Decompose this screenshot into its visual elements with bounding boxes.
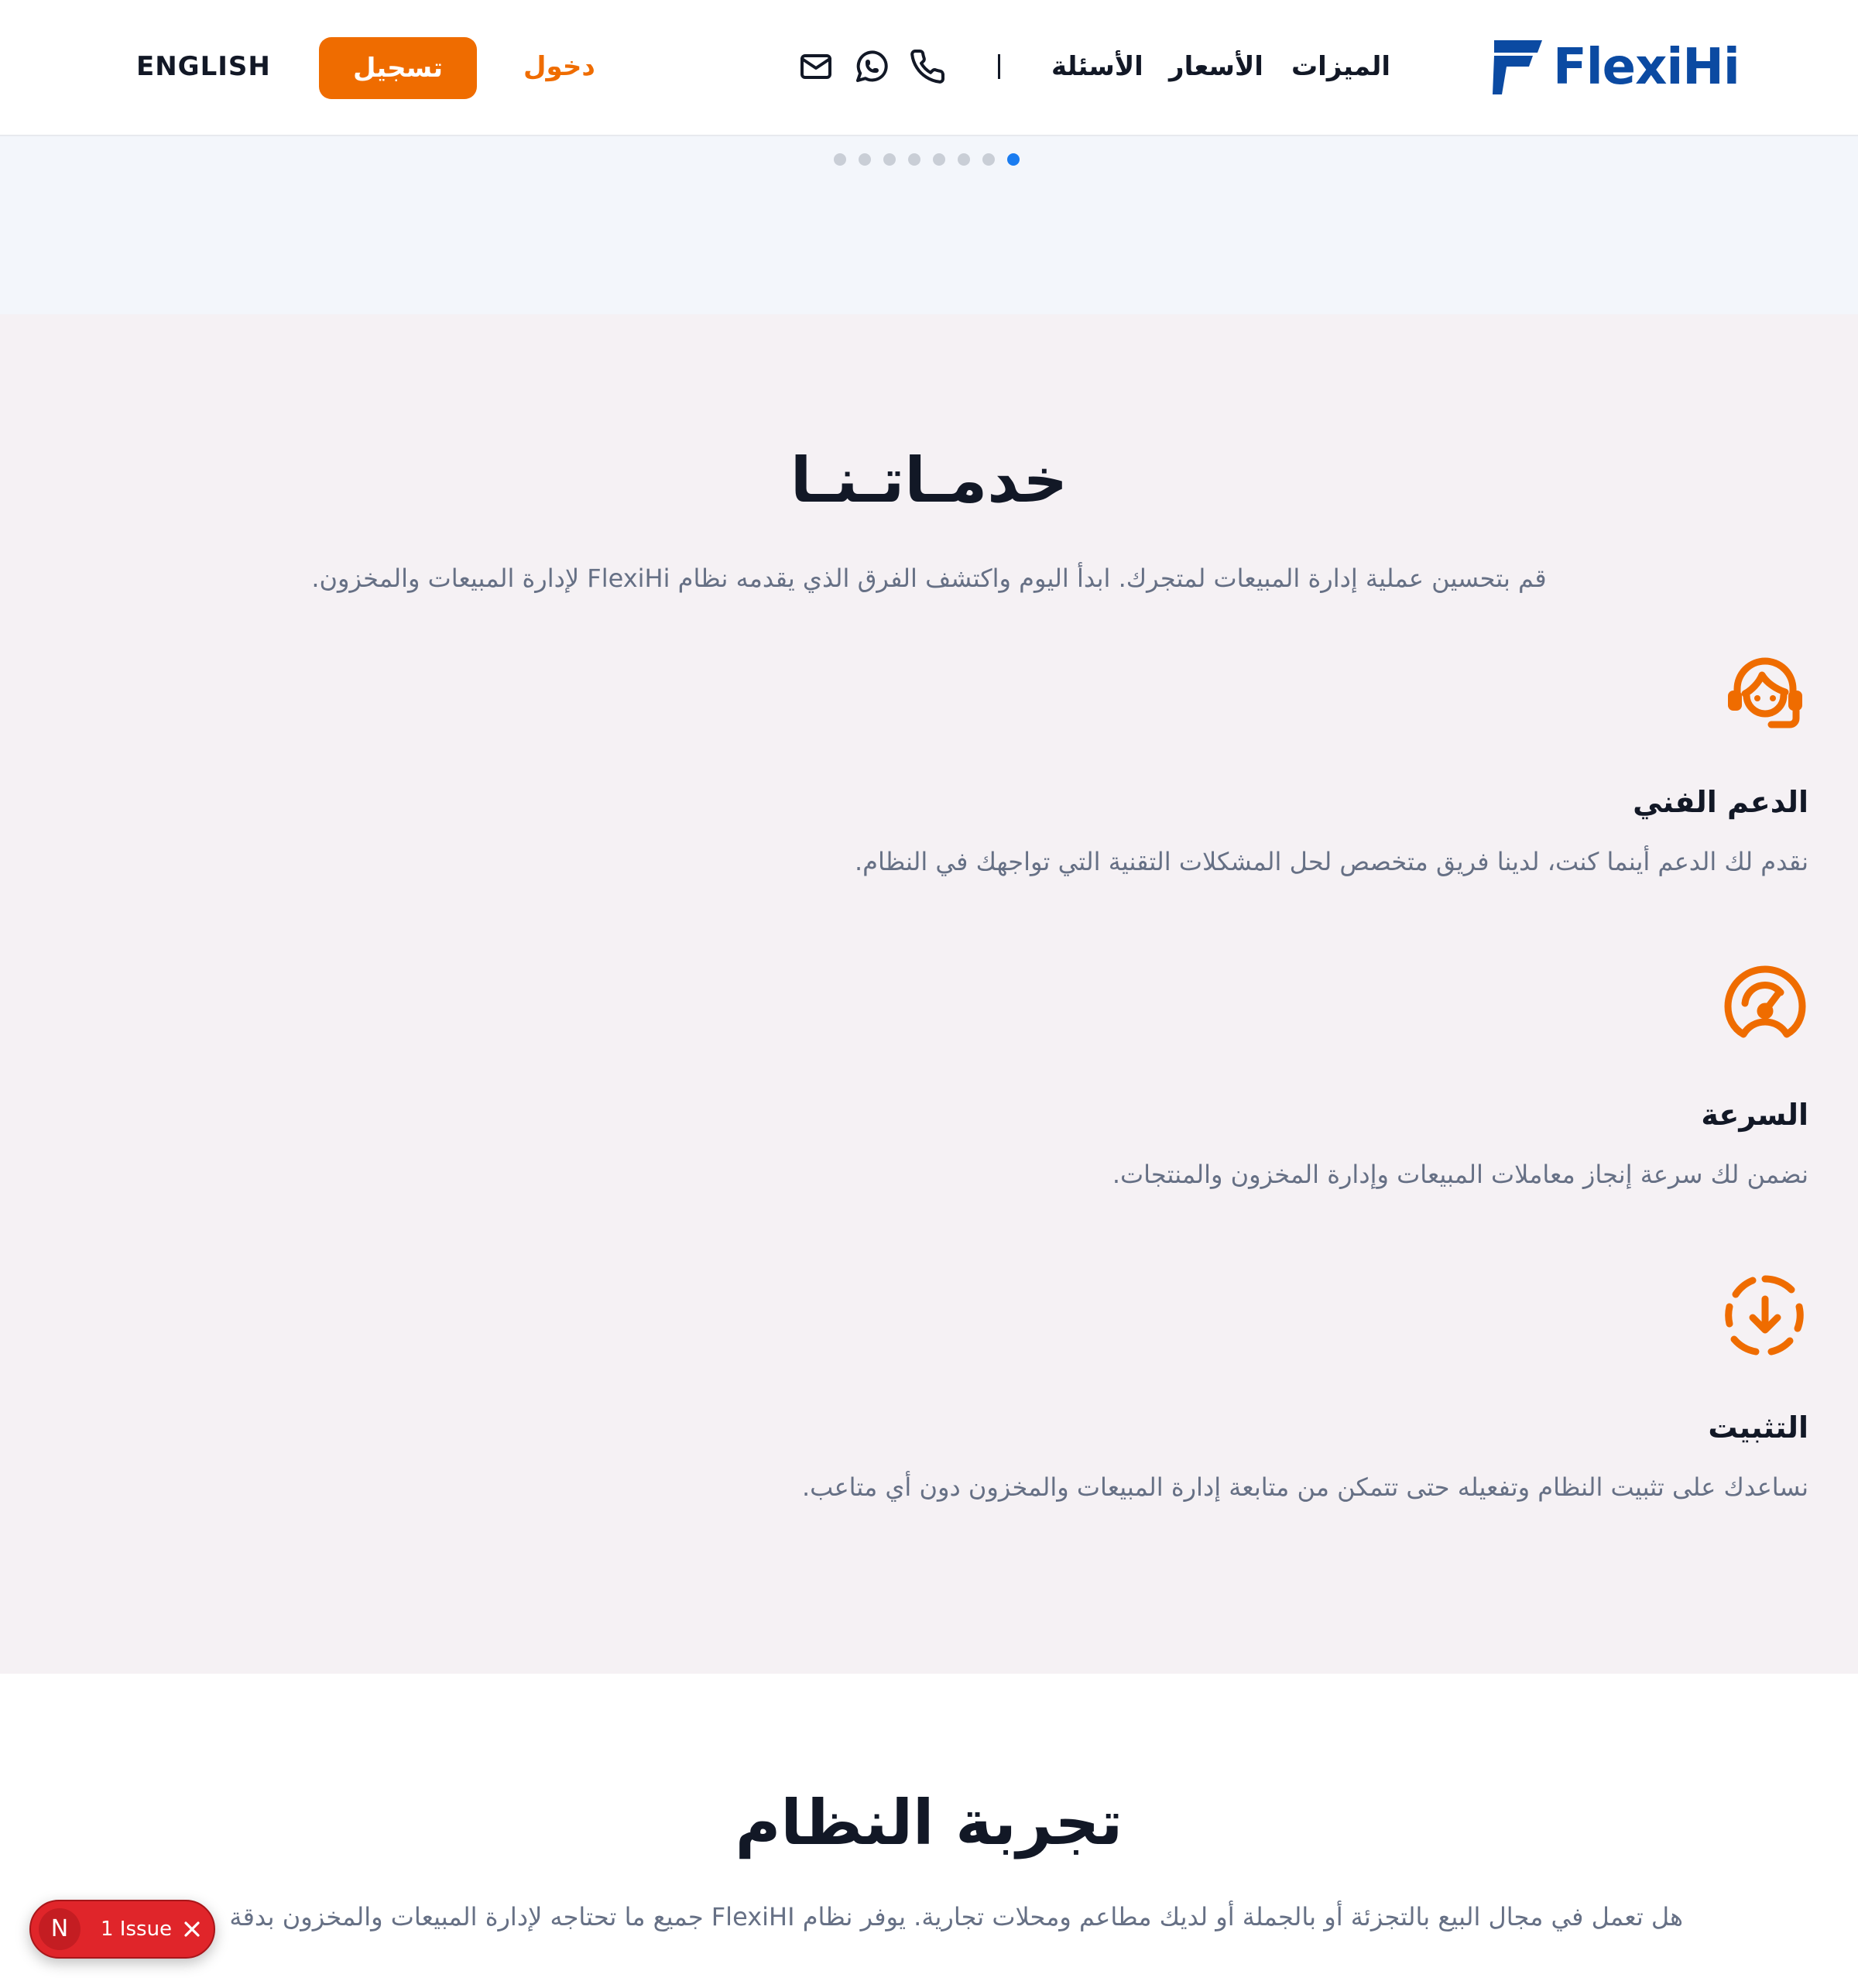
trial-subtitle: هل تعمل في مجال البيع بالتجزئة أو بالجمل… bbox=[229, 1902, 1683, 1931]
carousel-dot[interactable] bbox=[958, 153, 970, 166]
trial-title: تجربة النظام bbox=[735, 1787, 1123, 1859]
mail-icon[interactable] bbox=[797, 48, 835, 85]
services-section: خدمـاتـنـا قم بتحسين عملية إدارة المبيعا… bbox=[0, 314, 1858, 1674]
carousel-dot[interactable] bbox=[908, 153, 920, 166]
headset-support-icon bbox=[1722, 647, 1808, 734]
language-switch-link[interactable]: ENGLISH bbox=[136, 43, 271, 90]
carousel-dot-active[interactable] bbox=[1007, 153, 1020, 166]
flexihi-logo[interactable]: FlexiHi bbox=[1491, 36, 1740, 99]
carousel-dot[interactable] bbox=[859, 153, 871, 166]
nav-faq-link[interactable]: الأسئلة bbox=[1051, 43, 1143, 90]
carousel-dot[interactable] bbox=[982, 153, 995, 166]
service-item-speed: السرعة نضمن لك سرعة إنجاز معاملات المبيع… bbox=[647, 960, 1808, 1208]
service-title: الدعم الفني bbox=[1633, 785, 1808, 819]
whatsapp-icon[interactable] bbox=[853, 48, 890, 85]
nav-divider bbox=[998, 54, 1000, 79]
service-title: السرعة bbox=[1701, 1098, 1808, 1132]
service-item-install: التثبيت نساعدك على تثبيت النظام وتفعيله … bbox=[647, 1273, 1808, 1520]
brand-name: FlexiHi bbox=[1553, 39, 1740, 96]
carousel-dot[interactable] bbox=[834, 153, 846, 166]
service-description: نقدم لك الدعم أينما كنت، لدينا فريق متخص… bbox=[854, 847, 1808, 876]
carousel-dot[interactable] bbox=[933, 153, 945, 166]
service-item-support: الدعم الفني نقدم لك الدعم أينما كنت، لدي… bbox=[647, 647, 1808, 895]
logo-mark-icon bbox=[1493, 40, 1542, 94]
dev-issue-badge[interactable]: N 1 Issue bbox=[29, 1900, 215, 1959]
services-title: خدمـاتـنـا bbox=[790, 444, 1068, 516]
service-description: نضمن لك سرعة إنجاز معاملات المبيعات وإدا… bbox=[1112, 1160, 1808, 1189]
register-button[interactable]: تسجيل bbox=[319, 37, 477, 99]
issue-count-label[interactable]: 1 Issue bbox=[101, 1901, 172, 1957]
login-link[interactable]: دخول bbox=[523, 43, 595, 90]
nav-prices-link[interactable]: الأسعار bbox=[1169, 43, 1263, 90]
install-download-icon bbox=[1722, 1273, 1808, 1359]
hero-carousel-bottom bbox=[0, 136, 1858, 314]
speedometer-icon bbox=[1722, 960, 1808, 1047]
site-header: FlexiHi الميزات الأسعار الأسئلة دخول تسج… bbox=[0, 0, 1858, 136]
phone-icon[interactable] bbox=[909, 48, 946, 85]
nav-features-link[interactable]: الميزات bbox=[1291, 43, 1390, 90]
close-icon[interactable] bbox=[180, 1917, 204, 1942]
service-title: التثبيت bbox=[1708, 1410, 1808, 1445]
carousel-dot[interactable] bbox=[883, 153, 896, 166]
service-description: نساعدك على تثبيت النظام وتفعيله حتى تتمك… bbox=[801, 1472, 1808, 1502]
system-trial-section: تجربة النظام هل تعمل في مجال البيع بالتج… bbox=[0, 1674, 1858, 1988]
nextjs-icon: N bbox=[39, 1908, 81, 1950]
services-subtitle: قم بتحسين عملية إدارة المبيعات لمتجرك. ا… bbox=[311, 564, 1547, 593]
